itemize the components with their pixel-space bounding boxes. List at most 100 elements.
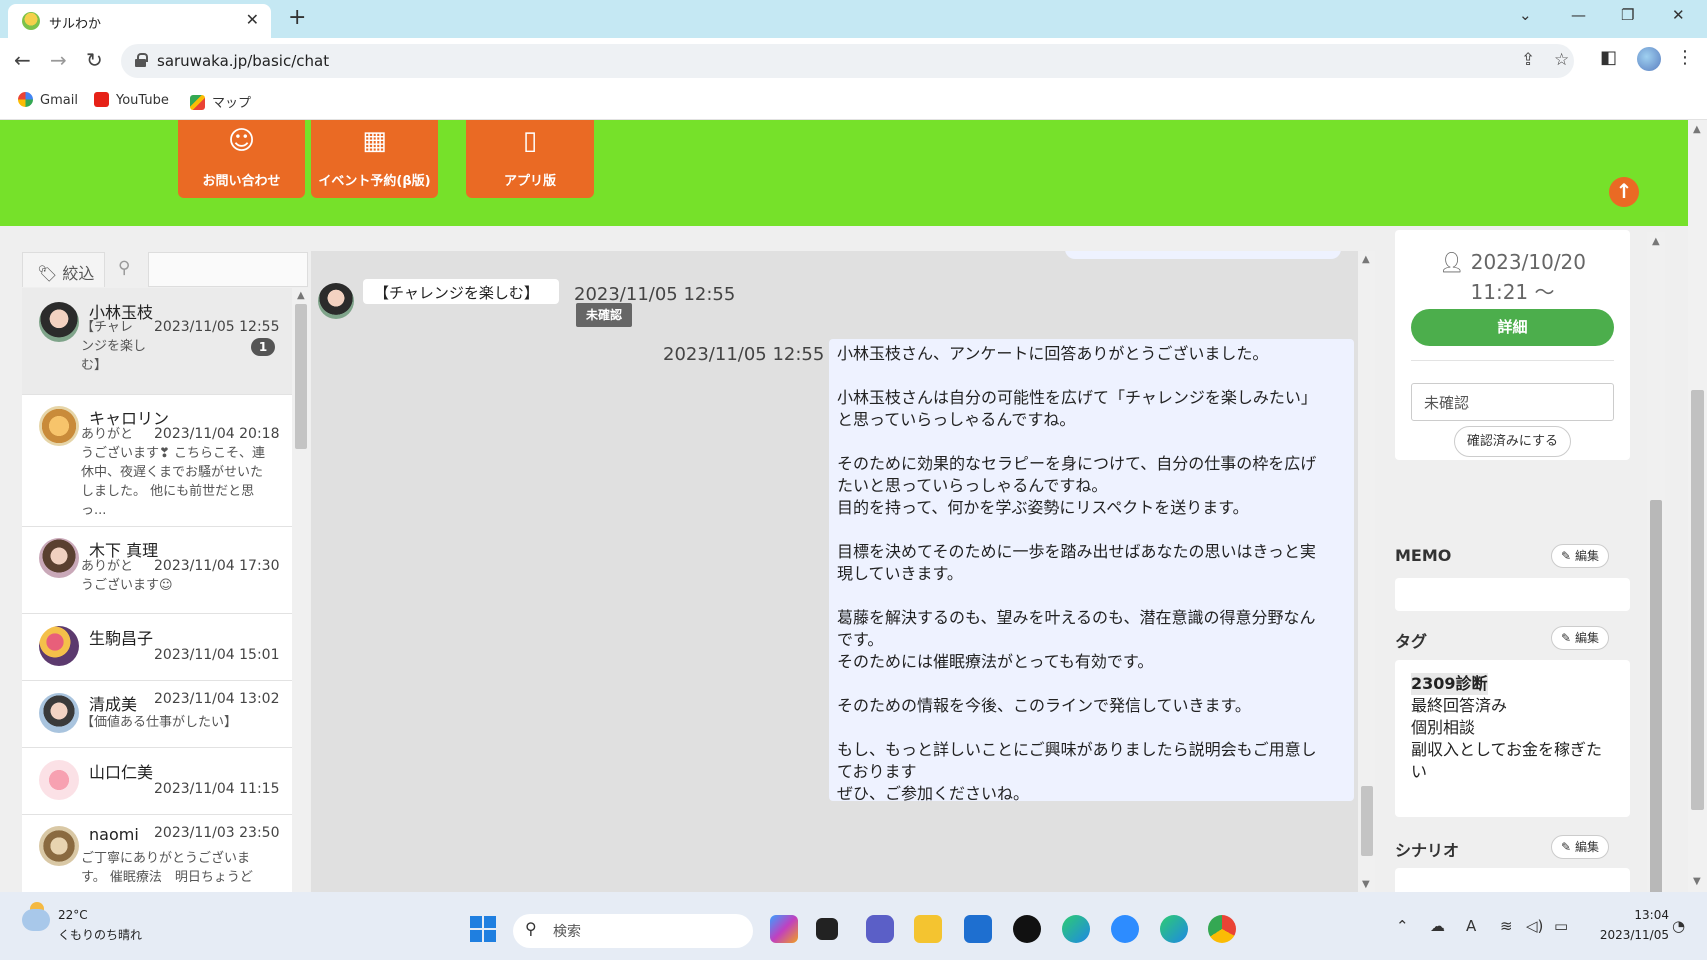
teams-icon[interactable] [866,915,894,943]
tab-search-icon[interactable]: ⌄ [1519,6,1532,24]
close-tab-icon[interactable]: ✕ [246,10,259,29]
message-date: 2023/11/04 17:30 [154,558,280,574]
conversation-item[interactable]: 山口仁美 2023/11/04 11:15 [22,748,292,815]
search-input[interactable] [148,252,308,287]
volume-icon[interactable]: ◁) [1526,917,1543,935]
scrollbar-thumb[interactable] [1650,500,1662,892]
dell-icon[interactable] [1013,915,1041,943]
conversation-item[interactable]: naomi 2023/11/03 23:50 ご丁寧にありがとうございま す。 … [22,815,292,892]
avatar [39,626,79,666]
message-line: そのための情報を今後、このラインで発信していきます。 [837,696,1251,715]
status-field[interactable]: 未確認 [1411,383,1614,421]
task-view-icon[interactable] [816,918,838,940]
contact-name: 山口仁美 [89,763,154,782]
menu-icon[interactable]: ⋮ [1676,47,1694,68]
app-version-button[interactable]: ▯ アプリ版 [466,120,594,198]
taskbar-search[interactable]: ⚲ 検索 [513,914,753,948]
start-button[interactable] [470,916,496,942]
browser-tab[interactable]: サルわか ✕ [8,4,271,38]
chevron-up-icon[interactable]: ⌃ [1396,917,1409,935]
site-header: ☺ お問い合わせ ▦ イベント予約(β版) ▯ アプリ版 ↑ [0,120,1688,226]
side-panel-icon[interactable]: ◧ [1600,47,1617,68]
scroll-to-top-button[interactable]: ↑ [1609,177,1639,207]
event-booking-button[interactable]: ▦ イベント予約(β版) [311,120,438,198]
page-scrollbar[interactable]: ▲ ▼ [1688,120,1707,892]
registered-date: 👤︎ 2023/10/20 [1438,250,1587,274]
chat-scrollbar[interactable]: ▲ ▼ [1358,251,1375,892]
bookmark-maps[interactable]: マップ [190,92,251,111]
message-line: ております [837,762,917,781]
close-window-icon[interactable]: ✕ [1672,6,1685,24]
edge-icon[interactable] [1062,915,1090,943]
smartphone-icon: ▯ [522,126,538,156]
conversation-item[interactable]: キャロリン 2023/11/04 20:18 ありがと うございます❣ こちらこ… [22,395,292,527]
message-line: 目的を持って、何かを学ぶ姿勢にリスペクトを送ります。 [837,498,1249,517]
battery-icon[interactable]: ▭ [1554,917,1568,935]
memo-edit-button[interactable]: ✎ 編集 [1551,544,1609,568]
forward-icon[interactable]: → [50,48,67,72]
unconfirmed-badge[interactable]: 未確認 [576,303,632,327]
scrollbar-thumb[interactable] [1361,786,1373,856]
clock-date[interactable]: 2023/11/05 [1589,928,1669,942]
bookmarks-bar: Gmail YouTube マップ [0,84,1707,120]
file-explorer-icon[interactable] [914,915,942,943]
screen: サルわか ✕ + ⌄ — ❐ ✕ ← → ↻ saruwaka.jp/basic… [0,0,1707,960]
incoming-message: 【チャレンジを楽しむ】 [363,279,559,304]
clock-time[interactable]: 13:04 [1609,908,1669,922]
zoom-icon[interactable] [1111,915,1139,943]
message-date: 2023/11/05 12:55 [154,319,280,335]
copilot-icon[interactable] [770,915,798,943]
message-date: 2023/11/04 13:02 [154,691,280,707]
wifi-icon[interactable]: ≋ [1500,917,1513,935]
bookmark-youtube[interactable]: YouTube [94,92,169,108]
scenario-edit-button[interactable]: ✎ 編集 [1551,835,1609,859]
onedrive-icon[interactable]: ☁ [1430,917,1445,935]
tag-item: い [1411,762,1428,781]
profile-avatar[interactable] [1637,47,1661,71]
bookmark-gmail[interactable]: Gmail [18,92,78,108]
ime-icon[interactable]: A [1466,917,1476,935]
tag-icon: 🏷︎ [37,264,58,283]
bookmark-star-icon[interactable]: ☆ [1554,50,1569,70]
edge-beta-icon[interactable] [1160,915,1188,943]
tag-edit-button[interactable]: ✎ 編集 [1551,626,1609,650]
maps-icon [190,95,205,110]
scrollbar-thumb[interactable] [1691,390,1704,810]
conversation-item[interactable]: 清成美 2023/11/04 13:02 【価値ある仕事がしたい】 [22,681,292,748]
store-icon[interactable] [964,915,992,943]
message-line: と思っていらっしゃるんですね。 [837,410,1076,429]
avatar [39,538,79,578]
address-bar[interactable]: saruwaka.jp/basic/chat ⇪ ☆ [121,44,1574,78]
avatar [318,283,354,319]
restore-icon[interactable]: ❐ [1621,6,1634,24]
notification-icon[interactable]: ◔ [1672,917,1685,935]
tag-card: 2309診断 最終回答済み 個別相談 副収入としてお金を稼ぎた い [1395,660,1630,817]
new-tab-icon[interactable]: + [288,5,306,30]
weather-description[interactable]: くもりのち晴れ [58,926,142,943]
message-preview: 【チャレ ンジを楽し む】 [81,320,147,373]
edit-icon: ✎ [1561,631,1572,645]
back-icon[interactable]: ← [14,48,31,72]
search-icon[interactable]: ⚲ [118,258,130,278]
conversation-item[interactable]: 木下 真理 2023/11/04 17:30 ありがと うございます☺ [22,527,292,614]
avatar [39,693,79,733]
conversation-item[interactable]: 生駒昌子 2023/11/04 15:01 [22,614,292,681]
message-line [837,519,1346,541]
user-info-card: 👤︎ 2023/10/20 11:21 〜 詳細 未確認 確認済みにする [1395,230,1630,460]
conversation-item[interactable]: 小林玉枝 【チャレ ンジを楽し む】 2023/11/05 12:55 1 [22,288,292,395]
conversation-list-scrollbar[interactable]: ▲ [292,288,310,892]
edit-icon: ✎ [1561,840,1572,854]
chrome-icon[interactable] [1208,915,1236,943]
share-icon[interactable]: ⇪ [1521,50,1535,70]
reload-icon[interactable]: ↻ [86,48,103,72]
contact-button[interactable]: ☺ お問い合わせ [178,120,305,198]
filter-tab[interactable]: 🏷︎ 絞込 [22,252,105,287]
detail-button[interactable]: 詳細 [1411,309,1614,346]
right-panel-scrollbar[interactable]: ▲ [1647,232,1665,892]
scrollbar-thumb[interactable] [295,304,307,449]
minimize-icon[interactable]: — [1571,6,1586,24]
temperature[interactable]: 22°C [58,908,88,922]
url-text[interactable]: saruwaka.jp/basic/chat [157,52,329,70]
message-line: そのためには催眠療法がとっても有効です。 [837,652,1154,671]
mark-confirmed-button[interactable]: 確認済みにする [1454,426,1571,457]
